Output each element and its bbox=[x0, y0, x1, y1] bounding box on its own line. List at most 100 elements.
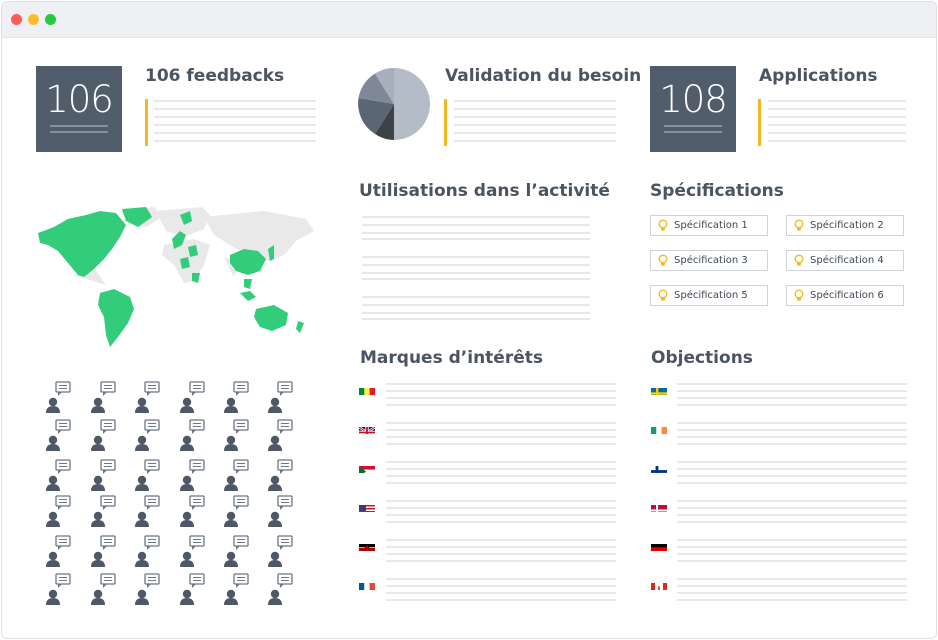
usa-flag bbox=[359, 501, 375, 512]
kenya-flag bbox=[359, 540, 375, 551]
user-feedback-icon bbox=[180, 535, 205, 567]
user-feedback-icon bbox=[180, 459, 205, 491]
lightbulb-icon bbox=[658, 289, 668, 301]
lightbulb-icon bbox=[794, 254, 804, 266]
placeholder-line bbox=[677, 468, 907, 470]
user-feedback-icon bbox=[268, 419, 293, 451]
placeholder-line bbox=[386, 482, 616, 484]
user-feedback-icon bbox=[268, 381, 293, 413]
placeholder-line bbox=[677, 560, 907, 562]
user-feedback-icon bbox=[135, 495, 160, 527]
specification-label: Spécification 1 bbox=[674, 220, 748, 231]
user-feedback-icon bbox=[268, 495, 293, 527]
uk-flag bbox=[359, 423, 375, 434]
placeholder-line bbox=[677, 397, 907, 399]
placeholder-line bbox=[386, 436, 616, 438]
user-feedback-icon bbox=[180, 419, 205, 451]
placeholder-line bbox=[677, 461, 907, 463]
placeholder-line bbox=[386, 404, 616, 406]
placeholder-line bbox=[677, 592, 907, 594]
sweden-flag bbox=[651, 384, 667, 395]
finland-flag bbox=[651, 462, 667, 473]
lightbulb-icon bbox=[658, 254, 668, 266]
ireland-flag bbox=[651, 423, 667, 434]
placeholder-line bbox=[677, 404, 907, 406]
denmark-flag bbox=[651, 501, 667, 512]
placeholder-line bbox=[386, 383, 616, 385]
lightbulb-icon bbox=[794, 289, 804, 301]
placeholder-line bbox=[386, 500, 616, 502]
placeholder-line bbox=[677, 507, 907, 509]
placeholder-line bbox=[677, 443, 907, 445]
user-feedback-icon bbox=[91, 535, 116, 567]
placeholder-line bbox=[386, 422, 616, 424]
specification-chip[interactable]: Spécification 1 bbox=[650, 215, 768, 236]
placeholder-line bbox=[677, 585, 907, 587]
placeholder-line bbox=[677, 521, 907, 523]
people-feedback-grid bbox=[46, 381, 293, 605]
placeholder-line bbox=[386, 429, 616, 431]
user-feedback-icon bbox=[224, 381, 249, 413]
objections-title: Objections bbox=[651, 348, 753, 368]
specification-label: Spécification 6 bbox=[810, 290, 884, 301]
placeholder-line bbox=[677, 539, 907, 541]
placeholder-line bbox=[386, 397, 616, 399]
placeholder-line bbox=[386, 521, 616, 523]
specification-label: Spécification 3 bbox=[674, 255, 748, 266]
canada-flag bbox=[651, 579, 667, 590]
user-feedback-icon bbox=[224, 495, 249, 527]
placeholder-line bbox=[386, 599, 616, 601]
user-feedback-icon bbox=[180, 381, 205, 413]
placeholder-line bbox=[386, 578, 616, 580]
user-feedback-icon bbox=[180, 495, 205, 527]
user-feedback-icon bbox=[91, 495, 116, 527]
placeholder-line bbox=[677, 390, 907, 392]
specification-chip[interactable]: Spécification 3 bbox=[650, 250, 768, 271]
placeholder-line bbox=[386, 546, 616, 548]
user-feedback-icon bbox=[135, 419, 160, 451]
placeholder-line bbox=[386, 390, 616, 392]
user-feedback-icon bbox=[46, 573, 71, 605]
placeholder-line bbox=[677, 500, 907, 502]
placeholder-line bbox=[386, 443, 616, 445]
placeholder-line bbox=[677, 514, 907, 516]
user-feedback-icon bbox=[135, 459, 160, 491]
placeholder-line bbox=[386, 514, 616, 516]
interests-title: Marques d’intérêts bbox=[360, 348, 543, 368]
germany-flag bbox=[651, 540, 667, 551]
placeholder-line bbox=[386, 553, 616, 555]
placeholder-line bbox=[677, 436, 907, 438]
user-feedback-icon bbox=[91, 381, 116, 413]
specification-label: Spécification 5 bbox=[674, 290, 748, 301]
user-feedback-icon bbox=[224, 419, 249, 451]
user-feedback-icon bbox=[46, 419, 71, 451]
placeholder-line bbox=[386, 539, 616, 541]
specification-chip[interactable]: Spécification 6 bbox=[786, 285, 904, 306]
placeholder-line bbox=[386, 585, 616, 587]
placeholder-line bbox=[386, 592, 616, 594]
placeholder-line bbox=[677, 578, 907, 580]
france-flag bbox=[359, 579, 375, 590]
usage-title: Utilisations dans l’activité bbox=[359, 181, 610, 201]
specification-chip[interactable]: Spécification 5 bbox=[650, 285, 768, 306]
placeholder-line bbox=[677, 383, 907, 385]
placeholder-line bbox=[677, 429, 907, 431]
specification-chip[interactable]: Spécification 4 bbox=[786, 250, 904, 271]
user-feedback-icon bbox=[268, 459, 293, 491]
user-feedback-icon bbox=[91, 573, 116, 605]
sudan-flag bbox=[359, 462, 375, 473]
user-feedback-icon bbox=[46, 535, 71, 567]
user-feedback-icon bbox=[135, 573, 160, 605]
specifications-title: Spécifications bbox=[650, 181, 784, 201]
user-feedback-icon bbox=[180, 573, 205, 605]
user-feedback-icon bbox=[224, 573, 249, 605]
user-feedback-icon bbox=[91, 459, 116, 491]
placeholder-line bbox=[677, 422, 907, 424]
placeholder-line bbox=[677, 482, 907, 484]
placeholder-line bbox=[386, 475, 616, 477]
user-feedback-icon bbox=[46, 495, 71, 527]
lightbulb-icon bbox=[658, 219, 668, 231]
user-feedback-icon bbox=[224, 535, 249, 567]
placeholder-line bbox=[677, 475, 907, 477]
specification-chip[interactable]: Spécification 2 bbox=[786, 215, 904, 236]
